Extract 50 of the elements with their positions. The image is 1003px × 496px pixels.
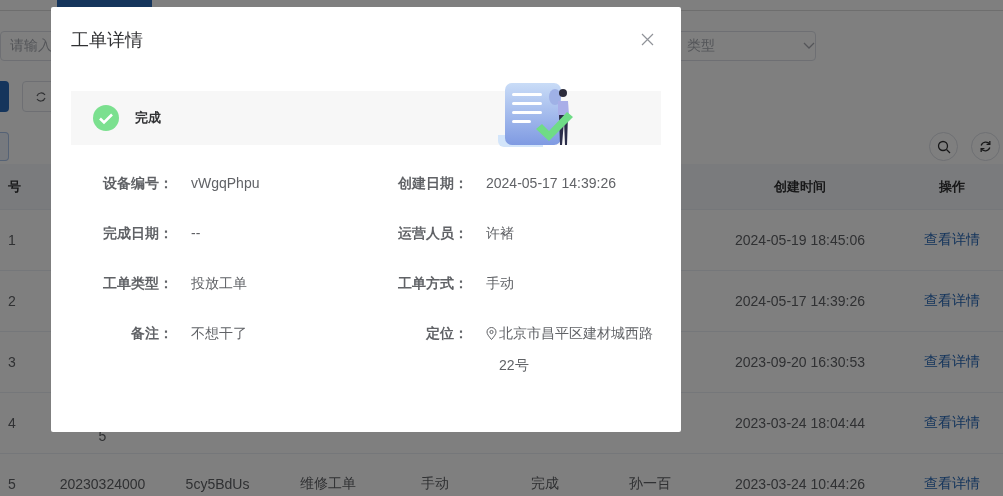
- view-details-link[interactable]: 查看详情: [923, 292, 980, 308]
- table-cell: 1: [8, 232, 16, 248]
- dialog-title: 工单详情: [71, 28, 143, 52]
- column-header: 创建时间: [774, 178, 826, 194]
- field-label: 运营人员：: [397, 224, 468, 243]
- close-icon: [641, 32, 654, 46]
- table-cell: 4: [8, 415, 16, 431]
- field-label: 创建日期：: [397, 174, 468, 193]
- table-cell: 2024-05-17 14:39:26: [735, 293, 865, 309]
- table-cell: 2023-03-24 18:04:44: [735, 415, 865, 431]
- check-circle-icon: [93, 105, 119, 131]
- field-value: 投放工单: [191, 274, 248, 293]
- search-icon: [936, 139, 951, 154]
- table-cell: 5: [8, 476, 16, 492]
- view-details-link[interactable]: 查看详情: [923, 414, 980, 430]
- refresh-icon: [979, 140, 992, 153]
- status-label: 完成: [135, 109, 161, 127]
- field-value: 北京市昌平区建材城西路22号: [499, 324, 654, 375]
- view-details-link[interactable]: 查看详情: [923, 475, 980, 491]
- table-cell: 维修工单: [299, 475, 356, 491]
- table-cell: 2024-05-19 18:45:06: [735, 232, 865, 248]
- table-cell: 3: [8, 354, 16, 370]
- table-cell: 孙一百: [629, 475, 671, 491]
- field-label: 定位：: [425, 324, 468, 343]
- table-cell: 2023-03-24 10:44:26: [735, 476, 865, 492]
- field-value: --: [191, 224, 202, 243]
- field-label: 备注：: [130, 324, 173, 343]
- column-header: 操作: [938, 178, 965, 194]
- field-value: 手动: [486, 274, 515, 293]
- close-button[interactable]: [641, 32, 654, 46]
- field-value: 2024-05-17 14:39:26: [486, 174, 617, 193]
- field-value: vWgqPhpu: [191, 174, 261, 193]
- table-cell: 手动: [421, 475, 449, 491]
- table-cell: 20230324000: [59, 476, 146, 492]
- chevron-down-icon: [803, 42, 815, 50]
- table-cell: 完成: [531, 475, 559, 491]
- field-label: 设备编号：: [101, 174, 173, 193]
- field-label: 工单类型：: [102, 274, 173, 293]
- table-cell: 5cy5BdUs: [185, 476, 250, 492]
- field-value: 不想干了: [191, 324, 248, 343]
- view-details-link[interactable]: 查看详情: [923, 231, 980, 247]
- column-header: 号: [8, 178, 21, 194]
- table-cell: 2023-09-20 16:30:53: [735, 354, 865, 370]
- field-label: 完成日期：: [102, 224, 173, 243]
- location-pin-icon: [486, 327, 497, 340]
- field-label: 工单方式：: [397, 274, 468, 293]
- field-value: 许褚: [486, 224, 515, 243]
- table-cell: 2: [8, 293, 16, 309]
- refresh-icon: [35, 90, 47, 103]
- view-details-link[interactable]: 查看详情: [923, 353, 980, 369]
